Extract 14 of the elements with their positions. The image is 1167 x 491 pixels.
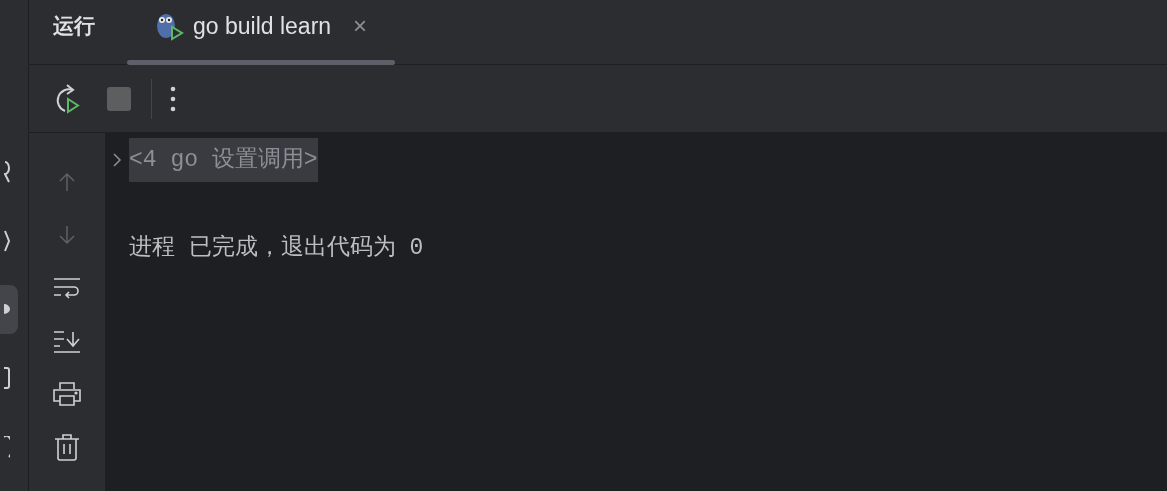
scroll-to-end-icon (53, 328, 81, 353)
soft-wrap-icon (53, 275, 81, 300)
trash-icon (54, 432, 80, 461)
chevron-right-icon (112, 152, 122, 168)
folded-lines[interactable]: <4 go 设置调用> (129, 138, 318, 182)
down-arrow-icon (56, 223, 78, 246)
more-options-icon[interactable] (170, 85, 176, 112)
close-tab-button[interactable]: × (353, 12, 368, 40)
printer-icon (53, 381, 81, 406)
panel-title: 运行 (53, 13, 95, 39)
run-tab[interactable]: go build learn × (127, 0, 396, 64)
console-line: 进程 已完成，退出代码为 0 (128, 233, 425, 263)
tab-label: go build learn (193, 12, 332, 40)
gopher-run-icon (155, 11, 185, 41)
